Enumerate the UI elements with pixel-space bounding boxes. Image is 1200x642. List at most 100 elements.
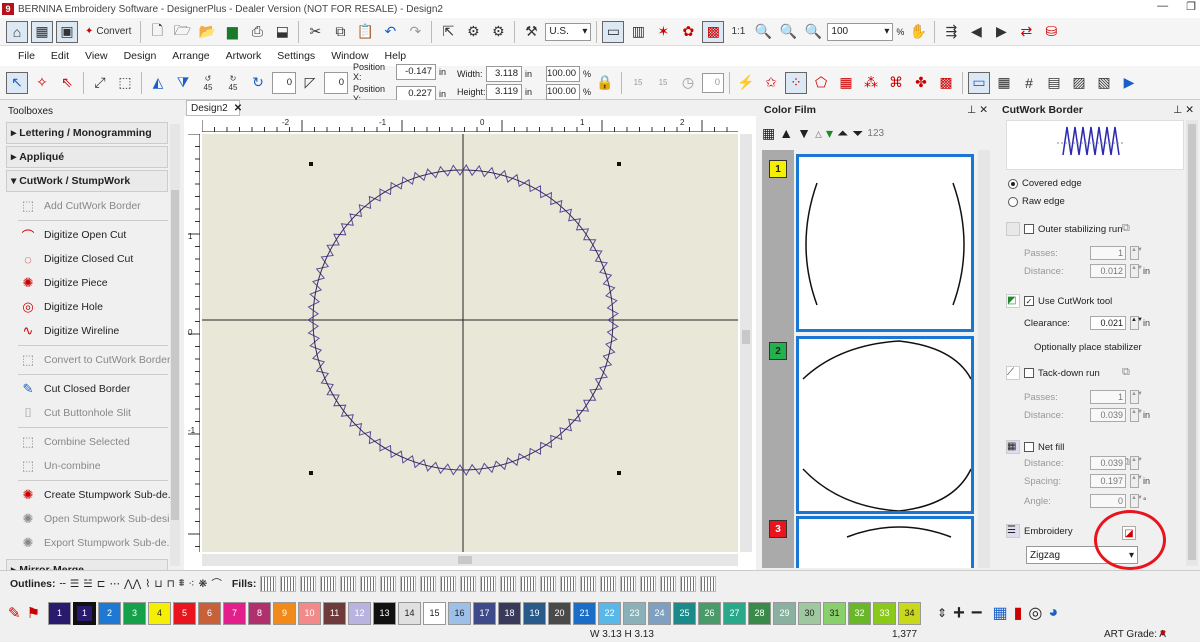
menu-window[interactable]: Window [323, 50, 376, 62]
rotate-right-icon[interactable]: ↻ 45 [222, 72, 244, 94]
open-folder-icon[interactable]: 📂 [196, 21, 218, 43]
rotate15-right-icon[interactable]: 15 [652, 72, 674, 94]
menu-edit[interactable]: Edit [43, 50, 77, 62]
color-wheel-icon[interactable]: ◕ [1048, 604, 1058, 622]
section-lettering[interactable]: ▸ Lettering / Monogramming [6, 122, 168, 144]
palette-color-34[interactable]: 33 [873, 601, 897, 625]
show-stitches-icon[interactable]: ✶ [652, 21, 674, 43]
lock-proportions-icon[interactable]: 🔒 [594, 72, 616, 94]
palette-color-31[interactable]: 30 [798, 601, 822, 625]
tool-digitize-closed-cut[interactable]: ◌ Digitize Closed Cut [18, 247, 182, 271]
outline-e-icon[interactable]: ⊓ [167, 578, 175, 590]
fill-star-icon[interactable] [680, 575, 697, 592]
net-distance-input[interactable]: 0.039 [1090, 456, 1126, 470]
menu-artwork[interactable]: Artwork [218, 50, 270, 62]
color-film-item-3[interactable] [796, 516, 974, 568]
palette-color-10[interactable]: 9 [273, 601, 297, 625]
raw-edge-radio[interactable] [1008, 196, 1018, 207]
palette-color-11[interactable]: 10 [298, 601, 322, 625]
pattern-icon[interactable]: ▦ [835, 72, 857, 94]
tackdown-distance-input[interactable]: 0.039 [1090, 408, 1126, 422]
rotate-left-icon[interactable]: ↺ 45 [197, 72, 219, 94]
skew-icon[interactable]: ⬚ [114, 72, 136, 94]
fill-color-blend-icon[interactable] [620, 575, 637, 592]
palette-color-19[interactable]: 18 [498, 601, 522, 625]
fill-gradient-icon[interactable] [500, 575, 517, 592]
menu-file[interactable]: File [10, 50, 43, 62]
palette-color-6[interactable]: 5 [173, 601, 197, 625]
fill-tatami-icon[interactable] [260, 575, 277, 592]
palette-color-27[interactable]: 26 [698, 601, 722, 625]
spacing-input[interactable]: 0.197 [1090, 474, 1126, 488]
zoom-one-icon[interactable]: 1:1 [727, 21, 749, 43]
palette-color-28[interactable]: 27 [723, 601, 747, 625]
select-point-icon[interactable]: ⇖ [56, 72, 78, 94]
palette-color-5[interactable]: 4 [148, 601, 172, 625]
tool-cut-buttonhole-slit[interactable]: ⌷ Cut Buttonhole Slit [18, 401, 182, 425]
close-tab-icon[interactable]: ✕ [234, 103, 242, 114]
tool-add-cutwork-border[interactable]: ⬚ Add CutWork Border [18, 194, 182, 218]
fill-heart-icon[interactable] [340, 575, 357, 592]
menu-view[interactable]: View [77, 50, 116, 62]
palette-color-3[interactable]: 2 [98, 601, 122, 625]
palette-color-21[interactable]: 20 [548, 601, 572, 625]
height-input[interactable]: 3.119 [486, 83, 523, 100]
outline-ripple-icon[interactable]: ⌇ [145, 578, 150, 590]
scale-width-input[interactable]: 100.00 [546, 65, 581, 82]
clearance-input[interactable]: 0.021 [1090, 316, 1126, 330]
palette-color-9[interactable]: 8 [248, 601, 272, 625]
fill-wave-icon[interactable] [360, 575, 377, 592]
blackwork-icon[interactable]: ✤ [910, 72, 932, 94]
fill-stipple-icon[interactable] [420, 575, 437, 592]
sculpt-icon[interactable]: ⌘ [885, 72, 907, 94]
rotate-angle-input[interactable]: 0 [272, 71, 296, 94]
minimize-icon[interactable]: — [1157, 0, 1168, 13]
tool-digitize-hole[interactable]: ◎ Digitize Hole [18, 295, 182, 319]
show-grid-icon[interactable]: ▥ [627, 21, 649, 43]
fill-motif-icon[interactable] [560, 575, 577, 592]
next-icon[interactable]: ▶ [990, 21, 1012, 43]
paste-icon[interactable]: 📋 [354, 21, 376, 43]
tool-digitize-piece[interactable]: ✺ Digitize Piece [18, 271, 182, 295]
star-icon[interactable]: ✩ [760, 72, 782, 94]
cw-pin-icon[interactable]: ⊥ ✕ [1173, 104, 1194, 116]
scale-icon[interactable]: ⤢ [89, 72, 111, 94]
convert-icon[interactable]: ✦ Convert [81, 21, 135, 43]
satin-icon[interactable]: ⚡ [735, 72, 757, 94]
eyedropper-icon[interactable]: ✎ [8, 604, 21, 622]
remove-color-icon[interactable]: − [971, 602, 983, 625]
fill-satin-icon[interactable] [280, 575, 297, 592]
gradient-icon[interactable]: ▨ [1068, 72, 1090, 94]
pin-icon[interactable]: ⊥ ✕ [967, 104, 988, 116]
fill-flex-icon[interactable] [580, 575, 597, 592]
artwork-icon[interactable]: ▣ [56, 20, 78, 43]
rotate15-left-icon[interactable]: 15 [627, 72, 649, 94]
menu-design[interactable]: Design [116, 50, 165, 62]
fill-icon[interactable]: ⁘ [785, 71, 808, 94]
tool-create-stumpwork[interactable]: ✺ Create Stumpwork Sub-de... [18, 483, 182, 507]
scale-height-input[interactable]: 100.00 [546, 83, 581, 100]
outline-zigzag-icon[interactable]: ⋀⋀ [124, 578, 141, 590]
tool-digitize-open-cut[interactable]: ⌒ Digitize Open Cut [18, 223, 182, 247]
last-icon[interactable]: ⏷ [852, 125, 863, 142]
outline-icon[interactable]: ▭ [968, 71, 991, 94]
redo-icon[interactable]: ↷ [404, 21, 426, 43]
palette-color-33[interactable]: 32 [848, 601, 872, 625]
fill-pattern-icon[interactable] [320, 575, 337, 592]
play-icon[interactable]: ▶ [1118, 72, 1140, 94]
tool-cut-closed-border[interactable]: ✎ Cut Closed Border [18, 377, 182, 401]
show-objects-icon[interactable]: ▩ [702, 20, 725, 43]
outline-candle-icon[interactable]: ⁖ [188, 578, 194, 590]
mirror-h-icon[interactable]: ◭ [147, 72, 169, 94]
outline-triple-icon[interactable]: ☰ [70, 578, 79, 590]
outline-satin-icon[interactable]: ☱ [83, 578, 92, 590]
fill-trapunto-icon[interactable] [640, 575, 657, 592]
write-machine-icon[interactable]: ⬓ [271, 21, 293, 43]
color-film-scrollbar[interactable] [978, 150, 990, 568]
color-sequence-icon[interactable]: ⇄ [1015, 21, 1037, 43]
palette-color-23[interactable]: 22 [598, 601, 622, 625]
renumber-icon[interactable]: 123 [867, 128, 884, 139]
position-x-input[interactable]: -0.147 [396, 63, 436, 80]
canvas-hscroll[interactable] [202, 554, 738, 566]
use-cutwork-checkbox[interactable]: ✓ [1024, 296, 1034, 306]
